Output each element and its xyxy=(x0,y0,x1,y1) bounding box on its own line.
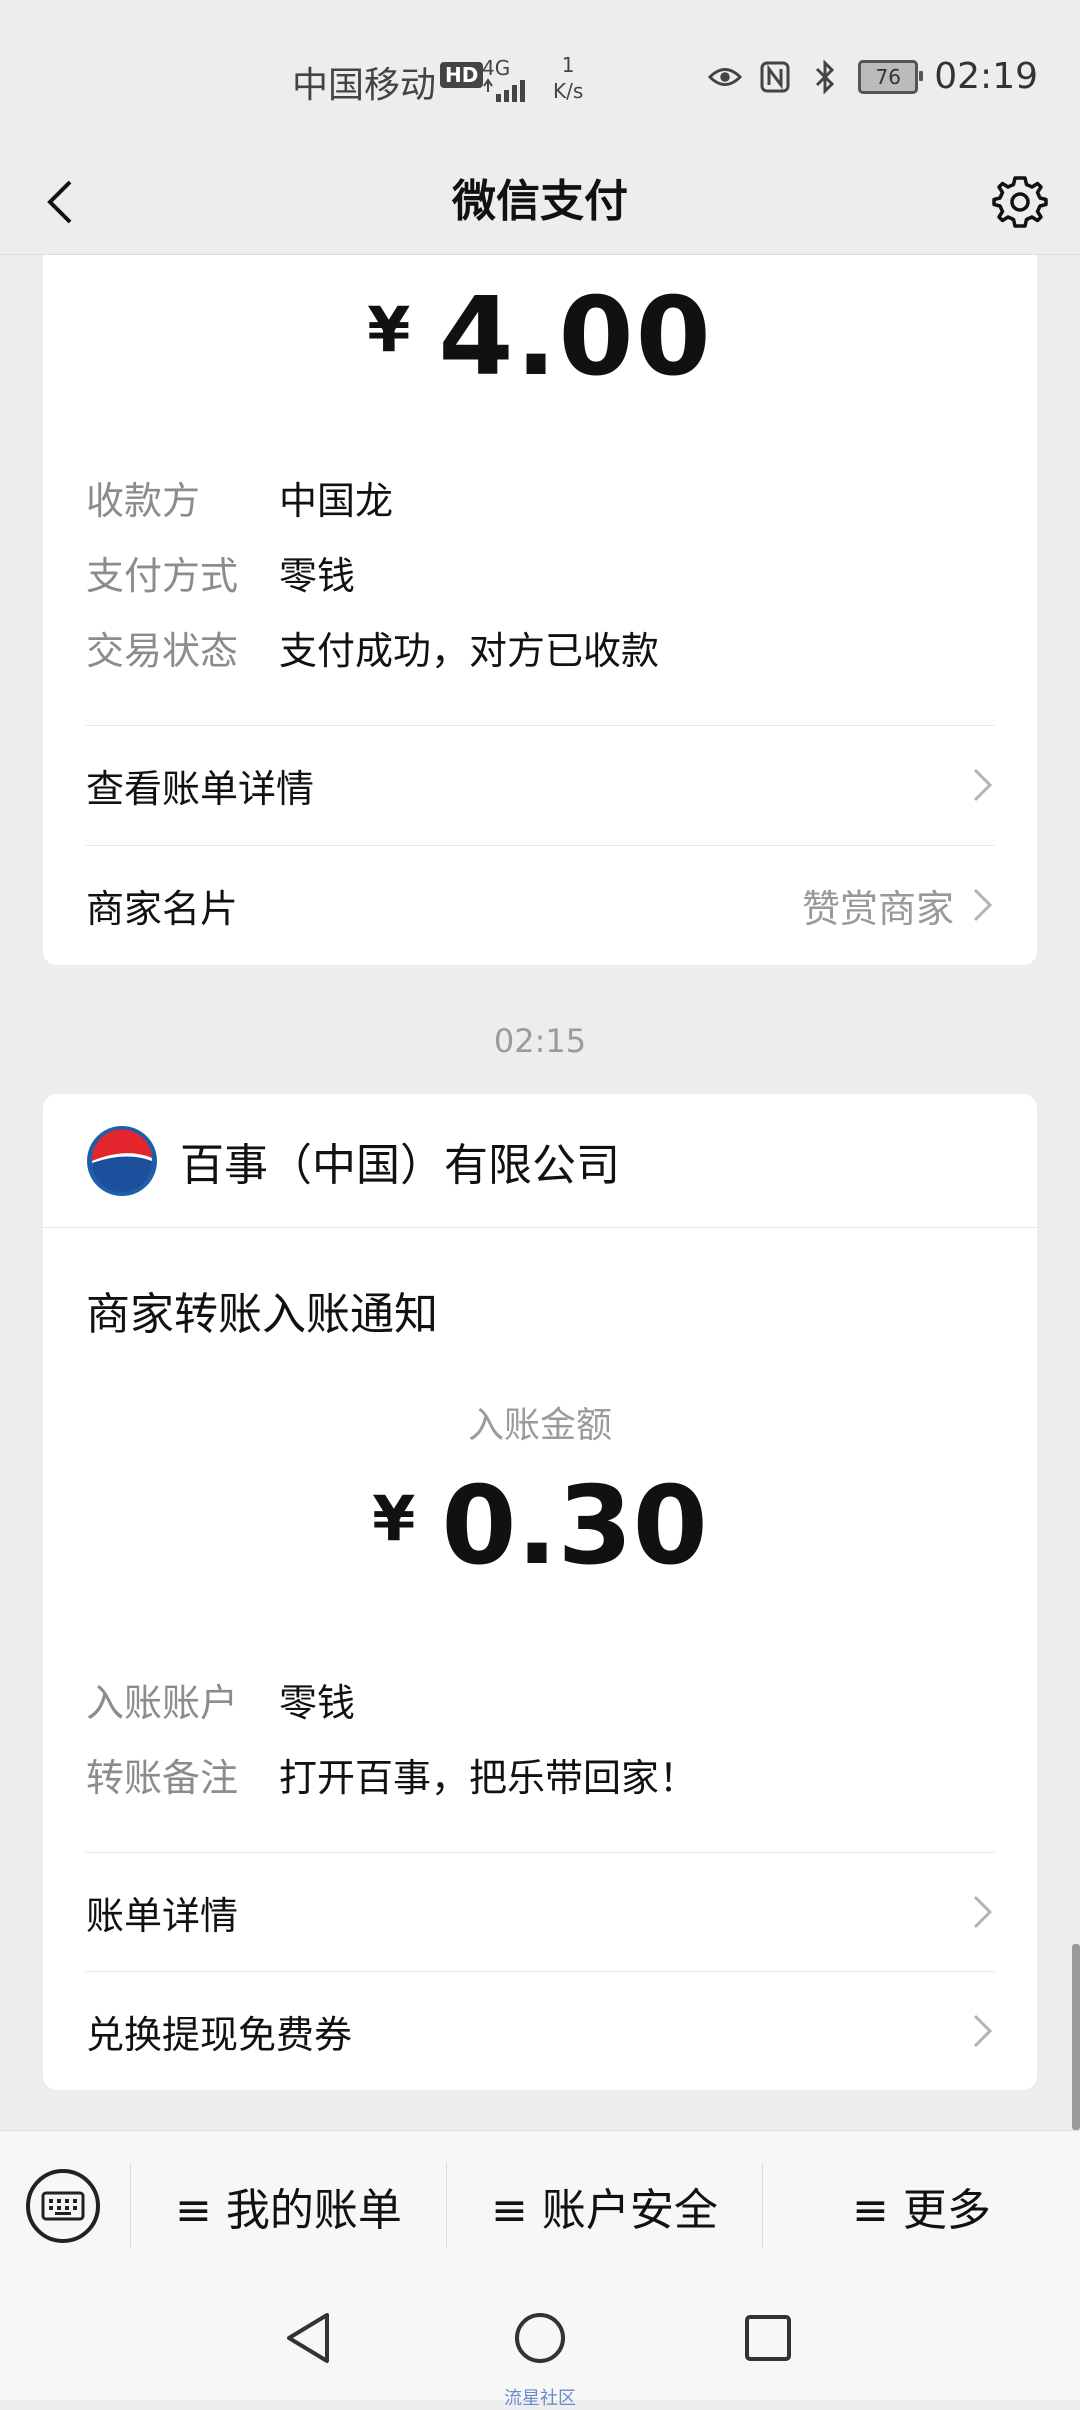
amount-caption: 入账金额 xyxy=(467,1405,612,1446)
link-label: 查看账单详情 xyxy=(86,766,315,811)
payee-row: 收款方 中国龙 xyxy=(86,470,393,525)
redeem-coupon-link[interactable]: 兑换提现免费券 xyxy=(43,1972,1037,2090)
system-navigation-bar: 流星社区 xyxy=(0,2280,1080,2409)
message-timestamp: 02:15 xyxy=(493,1022,587,1060)
battery-level: 76 xyxy=(875,64,901,89)
status-bar: 中国移动 HD 4G 1 K/s 76 02:19 xyxy=(0,0,1080,150)
back-arrow-icon xyxy=(47,180,72,224)
back-button[interactable] xyxy=(30,172,90,232)
square-recents-icon xyxy=(745,2315,791,2361)
chevron-right-icon xyxy=(973,888,993,922)
field-label: 交易状态 xyxy=(86,629,239,673)
network-speed: 1 K/s xyxy=(553,52,583,104)
transfer-notice-card: 百事（中国）有限公司 商家转账入账通知 入账金额 ¥0.30 入账账户 零钱 转… xyxy=(43,1094,1037,2090)
field-label: 入账账户 xyxy=(86,1681,239,1725)
tip-merchant-label: 赞赏商家 xyxy=(801,886,954,931)
merchant-header[interactable]: 百事（中国）有限公司 xyxy=(43,1094,1037,1228)
signal-icon: 4G xyxy=(482,58,534,105)
speed-unit: K/s xyxy=(553,79,584,103)
system-recents-button[interactable] xyxy=(738,2308,798,2368)
keyboard-icon xyxy=(41,2191,85,2221)
chevron-right-icon xyxy=(973,768,993,802)
field-label: 转账备注 xyxy=(86,1756,239,1800)
merchant-card-link[interactable]: 商家名片 赞赏商家 xyxy=(43,846,1037,964)
settings-button[interactable] xyxy=(988,170,1052,234)
field-value: 零钱 xyxy=(279,1681,356,1725)
nfc-icon xyxy=(758,60,792,94)
field-value: 零钱 xyxy=(279,554,356,598)
field-value: 打开百事，把乐带回家！ xyxy=(279,1756,698,1800)
chevron-right-icon xyxy=(973,2014,993,2048)
field-label: 支付方式 xyxy=(86,554,239,598)
account-security-menu[interactable]: ≡ 账户安全 xyxy=(447,2131,762,2281)
eye-icon xyxy=(708,60,743,94)
amount-value: 4.00 xyxy=(438,275,713,400)
scrollbar[interactable] xyxy=(1072,1944,1080,2130)
bottom-menu-bar: ≡ 我的账单 ≡ 账户安全 ≡ 更多 xyxy=(0,2130,1080,2281)
watermark-label: 流星社区 xyxy=(504,2388,576,2409)
view-bill-details-link[interactable]: 查看账单详情 xyxy=(43,726,1037,844)
keyboard-toggle-button[interactable] xyxy=(26,2169,100,2243)
system-home-button[interactable] xyxy=(510,2308,570,2368)
triangle-back-icon xyxy=(287,2313,329,2363)
field-label: 收款方 xyxy=(86,479,201,523)
hd-badge: HD xyxy=(440,62,484,88)
system-back-button[interactable] xyxy=(278,2308,338,2368)
link-label: 兑换提现免费券 xyxy=(86,2012,353,2057)
page-title: 微信支付 xyxy=(452,176,628,227)
payment-card: ¥4.00 收款方 中国龙 支付方式 零钱 交易状态 支付成功，对方已收款 查看… xyxy=(43,255,1037,965)
battery-icon: 76 xyxy=(858,59,924,94)
bluetooth-icon xyxy=(808,59,842,94)
payment-method-row: 支付方式 零钱 xyxy=(86,545,355,600)
circle-home-icon xyxy=(515,2313,565,2363)
pepsi-logo xyxy=(87,1125,157,1196)
bill-details-link[interactable]: 账单详情 xyxy=(43,1853,1037,1971)
currency-symbol: ¥ xyxy=(367,293,413,366)
credit-account-row: 入账账户 零钱 xyxy=(86,1672,355,1727)
chevron-right-icon xyxy=(973,1895,993,1929)
my-bills-menu[interactable]: ≡ 我的账单 xyxy=(131,2131,446,2281)
amount-value: 0.30 xyxy=(441,1464,708,1589)
navigation-bar: 微信支付 xyxy=(0,150,1080,255)
link-label: 商家名片 xyxy=(86,886,239,931)
gear-icon xyxy=(992,176,1048,228)
currency-symbol: ¥ xyxy=(372,1482,416,1555)
more-menu[interactable]: ≡ 更多 xyxy=(763,2131,1080,2281)
transfer-amount: ¥0.30 xyxy=(43,1464,1037,1589)
field-value: 支付成功，对方已收款 xyxy=(279,629,660,673)
field-value: 中国龙 xyxy=(279,479,394,523)
merchant-name: 百事（中国）有限公司 xyxy=(180,1139,620,1191)
network-type-label: 4G xyxy=(482,56,511,80)
carrier-label: 中国移动 xyxy=(292,65,437,106)
status-time: 02:19 xyxy=(934,56,1038,97)
payment-amount: ¥4.00 xyxy=(43,275,1037,400)
notice-title: 商家转账入账通知 xyxy=(86,1289,438,1340)
transfer-note-row: 转账备注 打开百事，把乐带回家！ xyxy=(86,1747,697,1802)
transaction-status-row: 交易状态 支付成功，对方已收款 xyxy=(86,620,659,675)
speed-value: 1 xyxy=(561,53,575,77)
link-label: 账单详情 xyxy=(86,1893,239,1938)
